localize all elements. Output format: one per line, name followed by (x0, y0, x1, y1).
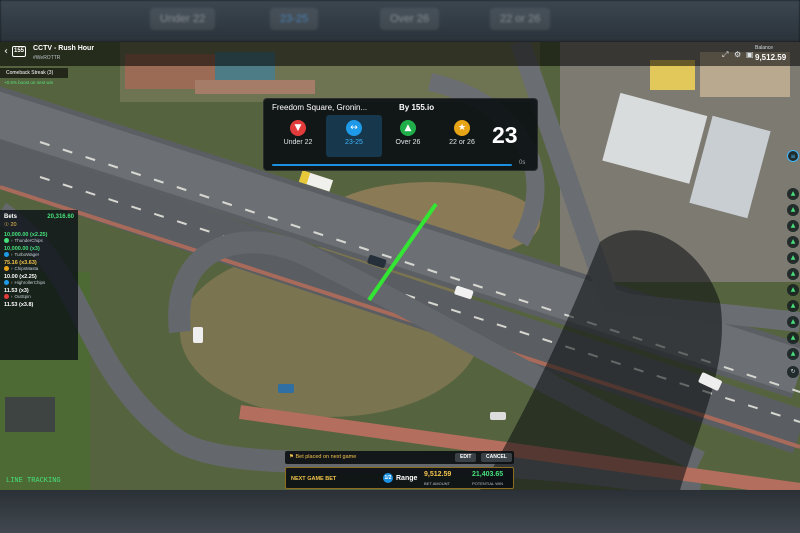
bet-row: 10,000.00 (x2.25) › ThunderChips (4, 232, 74, 243)
app-root: Under 22 23-25 Over 26 22 or 26 ‹ 155 CC… (0, 0, 800, 533)
streak-note: +0.5% boost on next win (4, 80, 54, 85)
top-bar (0, 42, 800, 66)
bet-placed-text: ⚑ Bet placed on next game (289, 454, 357, 460)
balance-label: Balance (755, 45, 774, 51)
settings-icon[interactable]: ⚙ (734, 50, 741, 59)
vehicle-count: 23 (492, 122, 518, 148)
bet-player: › TurboWager (4, 252, 74, 257)
range-label: Range (396, 474, 418, 482)
up-triangle-icon[interactable]: ▲ (787, 268, 799, 280)
bets-count-value: 20 (10, 222, 17, 228)
back-arrow-icon[interactable]: ‹ (4, 46, 8, 57)
bet-row: 75.16 (x3.63) › ChipsMasta (4, 260, 74, 271)
bet-row: 10,000.00 (x3) › TurboWager (4, 246, 74, 257)
ghost-tab: Over 26 (380, 8, 440, 30)
balance-value: 9,512.59 (755, 53, 787, 62)
option-dot-icon (4, 294, 9, 299)
bet-player: › ChipsMasta (4, 266, 74, 271)
potential-win-caption: POTENTIAL WIN (472, 481, 503, 486)
bet-amount-value: 9,512.59 (424, 471, 452, 478)
cancel-button[interactable]: CANCEL (481, 453, 512, 462)
option-dot-icon (4, 238, 9, 243)
option-23-25[interactable]: ↔ 23-25 (326, 115, 382, 157)
camera-location: Freedom Square, Gronin... (272, 103, 368, 112)
timer-seconds: 0s (519, 160, 526, 166)
provider-credit: By 155.io (399, 103, 435, 112)
option-22-or-26[interactable]: ★ 22 or 26 (434, 115, 490, 157)
stream-title: CCTV - Rush Hour (33, 45, 95, 52)
bets-header: Bets 20,316.60 (4, 214, 74, 220)
star-icon: ★ (454, 120, 470, 136)
bet-amount: 11.53 (x3.8) (4, 302, 34, 308)
up-triangle-icon[interactable]: ▲ (787, 252, 799, 264)
brand-logo: 155 (12, 46, 26, 57)
stream-subtitle: #WeROTTR (33, 55, 61, 61)
player-name: ThunderChips (14, 238, 43, 243)
option-label: Under 22 (283, 139, 313, 146)
potential-win-value: 21,403.65 (472, 471, 504, 478)
fullscreen-icon[interactable]: ⤢ (722, 50, 728, 60)
bet-row: 10.00 (x2.25) › HighrollerChips (4, 274, 74, 285)
down-triangle-icon: ▼ (290, 120, 306, 136)
info-icon[interactable]: ≡ (787, 150, 799, 162)
bet-player: › OutSpin (4, 294, 74, 299)
ghost-tab: 23-25 (270, 8, 319, 30)
refresh-icon[interactable]: ↻ (787, 366, 799, 378)
up-triangle-icon: ▲ (400, 120, 416, 136)
range-arrows-icon: ↔ (346, 120, 362, 136)
bets-panel: Bets 20,316.60 ☉ 20 10,000.00 (x2.25) › … (0, 210, 78, 360)
player-name: OutSpin (14, 294, 31, 299)
right-rail: ≡ ▲ ▲ ▲ ▲ ▲ ▲ ▲ ▲ ▲ ▲ ▲ ↻ (786, 150, 800, 380)
option-dot-icon (4, 266, 9, 271)
next-game-bet-label: NEXT GAME BET (291, 476, 337, 482)
up-triangle-icon[interactable]: ▲ (787, 284, 799, 296)
player-name: ChipsMasta (14, 266, 39, 271)
bet-player: › HighrollerChips (4, 280, 74, 285)
option-label: 23-25 (345, 139, 363, 146)
bets-total: 20,316.60 (47, 214, 74, 220)
bet-player: › ThunderChips (4, 238, 74, 243)
up-triangle-icon[interactable]: ▲ (787, 204, 799, 216)
background-blur-top: Under 22 23-25 Over 26 22 or 26 (0, 0, 800, 42)
option-dot-icon (4, 280, 9, 285)
ghost-tab: Under 22 (150, 8, 216, 30)
option-over-26[interactable]: ▲ Over 26 (380, 115, 436, 157)
player-name: TurboWager (14, 252, 40, 257)
bet-placed-strip: ⚑ Bet placed on next game EDIT CANCEL (285, 451, 514, 464)
edit-button[interactable]: EDIT (455, 453, 477, 462)
bets-title: Bets (4, 214, 18, 220)
ghost-tab: 22 or 26 (490, 8, 551, 30)
line-tracking-label: LINE TRACKING (6, 477, 61, 485)
bets-count: ☉ 20 (4, 222, 17, 228)
up-triangle-icon[interactable]: ▲ (787, 220, 799, 232)
up-triangle-icon[interactable]: ▲ (787, 300, 799, 312)
next-game-bet-bar: NEXT GAME BET 1/2 Range 9,512.59 BET AMO… (285, 467, 514, 489)
timer-bar (272, 164, 512, 166)
option-label: Over 26 (395, 139, 421, 146)
up-triangle-icon[interactable]: ▲ (787, 316, 799, 328)
player-name: HighrollerChips (14, 280, 46, 285)
range-selector[interactable]: 1/2 Range (383, 473, 417, 483)
comeback-streak-badge: Comeback Streak (3) (0, 68, 68, 78)
range-icon: 1/2 (383, 473, 393, 483)
option-under-22[interactable]: ▼ Under 22 (270, 115, 326, 157)
bet-row: 11.53 (x3) › OutSpin (4, 288, 74, 299)
option-dot-icon (4, 252, 9, 257)
up-triangle-icon[interactable]: ▲ (787, 236, 799, 248)
bet-placed-label: Bet placed on next game (295, 454, 357, 460)
up-triangle-icon[interactable]: ▲ (787, 332, 799, 344)
bet-row: 11.53 (x3.8) (4, 302, 74, 308)
background-blur-bottom (0, 490, 800, 533)
option-label: 22 or 26 (449, 139, 475, 146)
bet-amount-caption: BET AMOUNT (424, 481, 450, 486)
up-triangle-icon[interactable]: ▲ (787, 188, 799, 200)
up-triangle-icon[interactable]: ▲ (787, 348, 799, 360)
wallet-icon[interactable]: ▣ (746, 50, 754, 59)
game-panel: Freedom Square, Gronin... By 155.io ▼ Un… (263, 98, 538, 171)
